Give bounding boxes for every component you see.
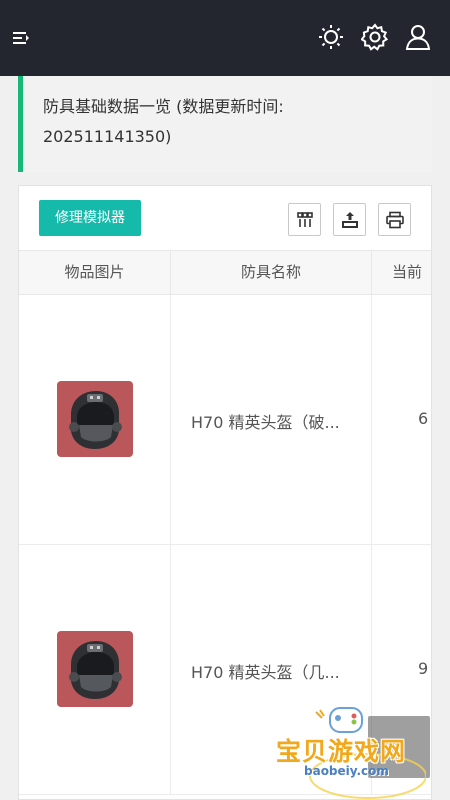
watermark-url: baobeiy.com (304, 764, 389, 778)
name-cell: H70 精英头盔（破... (171, 295, 372, 544)
user-icon[interactable] (404, 22, 434, 52)
header-armor-name[interactable]: 防具名称 (171, 251, 372, 294)
export-icon (341, 211, 358, 228)
helmet-thumbnail[interactable] (57, 631, 133, 707)
header-current[interactable]: 当前 (372, 251, 431, 294)
current-cell: 6 (372, 295, 431, 544)
repair-simulator-button[interactable]: 修理模拟器 (39, 200, 141, 236)
data-update-notice: 防具基础数据一览 (数据更新时间: 202511141350) (18, 76, 432, 172)
menu-fold-icon[interactable] (6, 23, 36, 53)
notice-text-line1: 防具基础数据一览 (数据更新时间: (43, 97, 284, 116)
table-header: 物品图片 防具名称 当前 (19, 250, 431, 295)
armor-name: H70 精英头盔（破... (191, 413, 340, 432)
current-value: 9 (418, 659, 429, 678)
notice-text-line2: 202511141350) (43, 127, 172, 146)
watermark-title: 宝贝游戏网 (276, 737, 407, 766)
top-bar (0, 0, 450, 76)
armor-name: H70 精英头盔（几... (191, 663, 340, 682)
current-value: 6 (418, 409, 429, 428)
print-button[interactable] (378, 203, 411, 236)
image-cell (19, 545, 171, 794)
gear-icon[interactable] (360, 22, 390, 52)
sun-icon[interactable] (316, 22, 346, 52)
print-icon (385, 211, 404, 228)
export-button[interactable] (333, 203, 366, 236)
watermark: 宝贝游戏网 baobeiy.com (276, 706, 426, 800)
table-toolbar: 修理模拟器 (19, 186, 431, 250)
columns-icon (296, 211, 313, 227)
table-row: H70 精英头盔（破... 6 (19, 295, 431, 545)
header-item-image[interactable]: 物品图片 (19, 251, 171, 294)
image-cell (19, 295, 171, 544)
helmet-thumbnail[interactable] (57, 381, 133, 457)
columns-filter-button[interactable] (288, 203, 321, 236)
